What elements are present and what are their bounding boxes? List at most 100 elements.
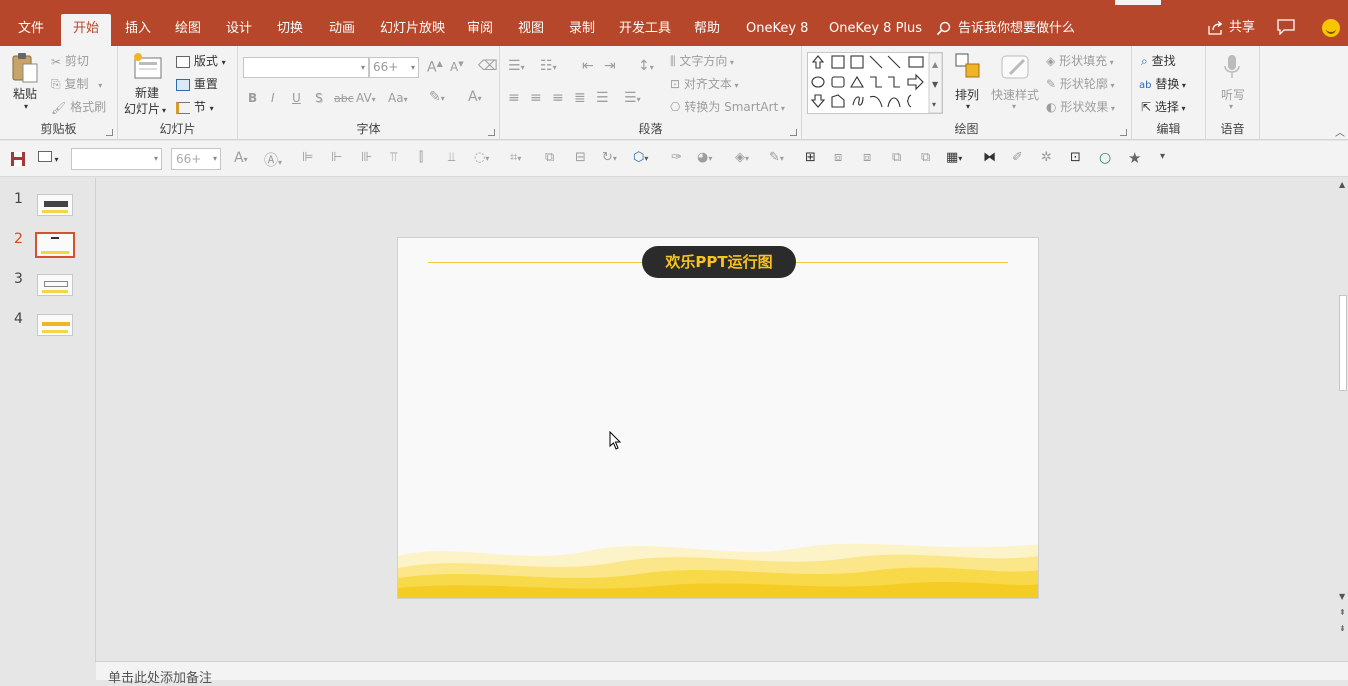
clipboard-launcher-icon[interactable] bbox=[106, 129, 113, 136]
change-case-button[interactable]: Aa▾ bbox=[388, 91, 408, 105]
cut-button[interactable]: ✂ 剪切 bbox=[51, 52, 89, 69]
qat-picture-icon[interactable]: ⊡ bbox=[1070, 150, 1081, 165]
qat-align-center-icon[interactable]: ⊩ bbox=[331, 150, 342, 165]
find-button[interactable]: ⌕ 查找 bbox=[1141, 52, 1176, 69]
bold-button[interactable]: B bbox=[248, 91, 257, 105]
qat-align-bottom-icon[interactable]: ⫫ bbox=[448, 150, 455, 165]
arrange-button[interactable] bbox=[954, 52, 982, 80]
section-button[interactable]: 节 ▾ bbox=[176, 98, 214, 115]
line-spacing-button[interactable]: ↕▾ bbox=[638, 58, 654, 74]
tell-me-search[interactable]: 告诉我你想要做什么 bbox=[936, 14, 1075, 44]
tab-insert[interactable]: 插入 bbox=[113, 14, 163, 46]
justify-icon[interactable]: ≣ bbox=[574, 90, 586, 106]
shape-outline-button[interactable]: ✎ 形状轮廓 ▾ bbox=[1046, 75, 1114, 92]
increase-indent-button[interactable]: ⇥ bbox=[604, 58, 616, 74]
qat-shape-icon[interactable]: ⬡▾ bbox=[633, 150, 648, 165]
shape-effects-button[interactable]: ◐ 形状效果 ▾ bbox=[1046, 98, 1115, 115]
qat-font-size-combo[interactable]: 66+ ▾ bbox=[171, 148, 221, 170]
paste-dropdown-icon[interactable]: ▾ bbox=[24, 102, 28, 111]
save-icon[interactable] bbox=[9, 150, 27, 168]
qat-selection-pane-icon[interactable]: ⊞ bbox=[805, 150, 816, 165]
tab-transitions[interactable]: 切换 bbox=[265, 14, 315, 46]
previous-slide-icon[interactable]: ⇞ bbox=[1339, 608, 1346, 617]
qat-bring-forward-icon[interactable]: ⧈ bbox=[834, 150, 842, 165]
format-painter-button[interactable]: 🖌 格式刷 bbox=[51, 98, 106, 115]
new-slide-button[interactable] bbox=[130, 52, 164, 82]
qat-crop-icon[interactable]: ⌗▾ bbox=[510, 150, 521, 165]
qat-group-icon[interactable]: ◌▾ bbox=[474, 150, 489, 165]
qat-magic-icon[interactable]: ✲ bbox=[1041, 150, 1052, 165]
qat-customize-icon[interactable]: ▾ bbox=[1160, 151, 1165, 162]
qat-eyedropper-icon[interactable]: ✑ bbox=[671, 150, 682, 165]
qat-rotate-icon[interactable]: ↻▾ bbox=[602, 150, 617, 165]
slide-canvas[interactable]: 欢乐PPT运行图 bbox=[397, 237, 1039, 599]
tab-draw[interactable]: 绘图 bbox=[163, 14, 213, 46]
notes-pane[interactable]: 单击此处添加备注 bbox=[96, 661, 1348, 686]
slide-thumbnail-2[interactable] bbox=[35, 232, 75, 258]
tab-developer[interactable]: 开发工具 bbox=[607, 14, 683, 46]
highlight-color-button[interactable]: ✎▾ bbox=[429, 89, 445, 105]
scroll-down-icon[interactable]: ▼ bbox=[1339, 592, 1345, 601]
shapes-gallery[interactable]: ▲ ▼ ▾ bbox=[807, 52, 943, 114]
bullets-button[interactable]: ☰▾ bbox=[508, 58, 525, 74]
comments-icon[interactable] bbox=[1277, 19, 1295, 35]
tab-slideshow[interactable]: 幻灯片放映 bbox=[368, 14, 457, 46]
align-text-button[interactable]: ⊡ 对齐文本 ▾ bbox=[670, 75, 738, 92]
dictate-button[interactable] bbox=[1223, 54, 1241, 80]
grow-font-button[interactable]: A▲ bbox=[427, 59, 443, 76]
qat-align-left-icon[interactable]: ⊫ bbox=[302, 150, 313, 165]
reset-button[interactable]: 重置 bbox=[176, 75, 218, 92]
qat-send-backward-icon[interactable]: ⧈ bbox=[863, 150, 871, 165]
tab-animations[interactable]: 动画 bbox=[317, 14, 367, 46]
layout-button[interactable]: 版式 ▾ bbox=[176, 52, 226, 69]
replace-button[interactable]: ab 替换 ▾ bbox=[1139, 75, 1186, 92]
paste-button[interactable] bbox=[10, 52, 40, 86]
slide-thumbnail-3[interactable] bbox=[37, 274, 73, 296]
qat-align-middle-icon[interactable]: ⫿ bbox=[419, 150, 423, 165]
italic-button[interactable]: I bbox=[271, 91, 275, 105]
vertical-scrollbar[interactable]: ▲ ▼ ⇞ ⇟ bbox=[1338, 178, 1348, 662]
shadow-button[interactable]: S bbox=[315, 91, 323, 105]
numbering-button[interactable]: ☷▾ bbox=[540, 58, 557, 74]
align-right-icon[interactable]: ≡ bbox=[552, 90, 564, 106]
qat-fill-icon[interactable]: ◈▾ bbox=[735, 150, 749, 165]
paragraph-launcher-icon[interactable] bbox=[790, 129, 797, 136]
qat-bring-front-icon[interactable]: ⧉ bbox=[892, 150, 901, 165]
qat-morph-icon[interactable]: ⧓ bbox=[983, 150, 996, 165]
quick-styles-button[interactable] bbox=[1000, 52, 1032, 82]
layout-quick-button[interactable]: ▾ bbox=[38, 151, 59, 165]
align-left-icon[interactable]: ≡ bbox=[508, 90, 520, 106]
font-size-combo[interactable]: 66+ ▾ bbox=[369, 57, 419, 78]
drawing-launcher-icon[interactable] bbox=[1120, 129, 1127, 136]
qat-brush-icon[interactable]: ✐ bbox=[1012, 150, 1023, 165]
slide-thumbnail-4[interactable] bbox=[37, 314, 73, 336]
scrollbar-thumb[interactable] bbox=[1339, 295, 1347, 391]
tab-help[interactable]: 帮助 bbox=[682, 14, 732, 46]
collapse-ribbon-icon[interactable]: ︿ bbox=[1335, 124, 1345, 139]
tab-review[interactable]: 审阅 bbox=[455, 14, 505, 46]
tab-design[interactable]: 设计 bbox=[214, 14, 264, 46]
tab-onekey8[interactable]: OneKey 8 bbox=[734, 14, 820, 46]
decrease-indent-button[interactable]: ⇤ bbox=[582, 58, 594, 74]
font-launcher-icon[interactable] bbox=[488, 129, 495, 136]
tab-file[interactable]: 文件 bbox=[6, 14, 56, 46]
char-spacing-button[interactable]: AV▾ bbox=[356, 91, 376, 105]
next-slide-icon[interactable]: ⇟ bbox=[1339, 624, 1346, 633]
underline-button[interactable]: U bbox=[292, 91, 301, 105]
shrink-font-button[interactable]: A▼ bbox=[450, 60, 464, 74]
columns-button[interactable]: ☰▾ bbox=[624, 90, 641, 106]
distributed-icon[interactable]: ☰ bbox=[596, 90, 609, 106]
text-direction-button[interactable]: ⫼ 文字方向 ▾ bbox=[670, 52, 734, 69]
qat-font-name-combo[interactable]: ▾ bbox=[71, 148, 162, 170]
slide-thumbnail-1[interactable] bbox=[37, 194, 73, 216]
qat-outline-icon[interactable]: ✎▾ bbox=[769, 150, 784, 165]
convert-smartart-button[interactable]: ⎔ 转换为 SmartArt ▾ bbox=[670, 98, 785, 115]
tab-onekey8plus[interactable]: OneKey 8 Plus bbox=[817, 14, 934, 46]
font-name-combo[interactable]: ▾ bbox=[243, 57, 369, 78]
tab-record[interactable]: 录制 bbox=[557, 14, 607, 46]
tab-view[interactable]: 视图 bbox=[506, 14, 556, 46]
qat-send-back-icon[interactable]: ⧉ bbox=[921, 150, 930, 165]
qat-align-right-icon[interactable]: ⊪ bbox=[361, 150, 372, 165]
strikethrough-button[interactable]: abc bbox=[334, 92, 354, 105]
qat-font-color-icon[interactable]: A▾ bbox=[234, 150, 248, 166]
